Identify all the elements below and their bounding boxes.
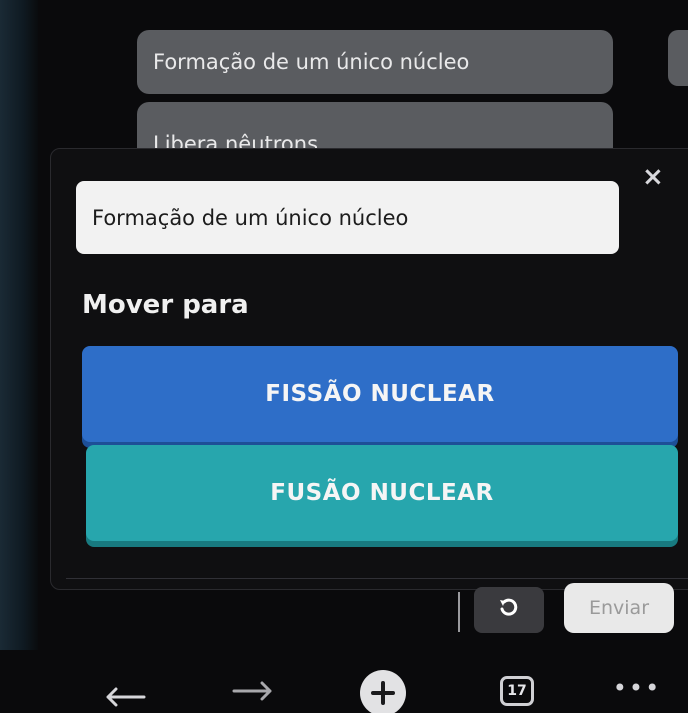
arrow-left-icon[interactable] [100, 682, 150, 712]
screen: Formação de um único núcleo Libera nêutr… [0, 0, 688, 713]
tab-count: 17 [507, 683, 527, 699]
send-button[interactable]: Enviar [564, 583, 674, 633]
selected-item-card: Formação de um único núcleo [76, 181, 619, 254]
divider [66, 578, 688, 579]
send-label: Enviar [588, 597, 650, 619]
option-label: Formação de um único núcleo [153, 50, 470, 74]
move-to-heading: Mover para [82, 290, 249, 320]
background-option-card[interactable]: Formação de um único núcleo [137, 30, 613, 94]
background-option-card-partial[interactable] [668, 30, 688, 86]
more-dots-icon[interactable]: ••• [612, 674, 662, 702]
category-label: FISSÃO NUCLEAR [265, 381, 495, 407]
tabs-count-button[interactable]: 17 [500, 676, 534, 706]
undo-button[interactable] [474, 587, 544, 633]
close-icon[interactable]: × [642, 164, 664, 190]
phone-frame-edge [0, 0, 38, 713]
selected-item-label: Formação de um único núcleo [92, 205, 409, 230]
category-label: FUSÃO NUCLEAR [270, 480, 494, 506]
category-fission-button[interactable]: FISSÃO NUCLEAR [82, 346, 678, 442]
footer-separator [458, 592, 460, 632]
category-fusion-button[interactable]: FUSÃO NUCLEAR [86, 445, 678, 541]
arrow-right-icon[interactable] [228, 676, 278, 706]
undo-icon [497, 596, 521, 624]
plus-icon[interactable] [360, 670, 406, 713]
